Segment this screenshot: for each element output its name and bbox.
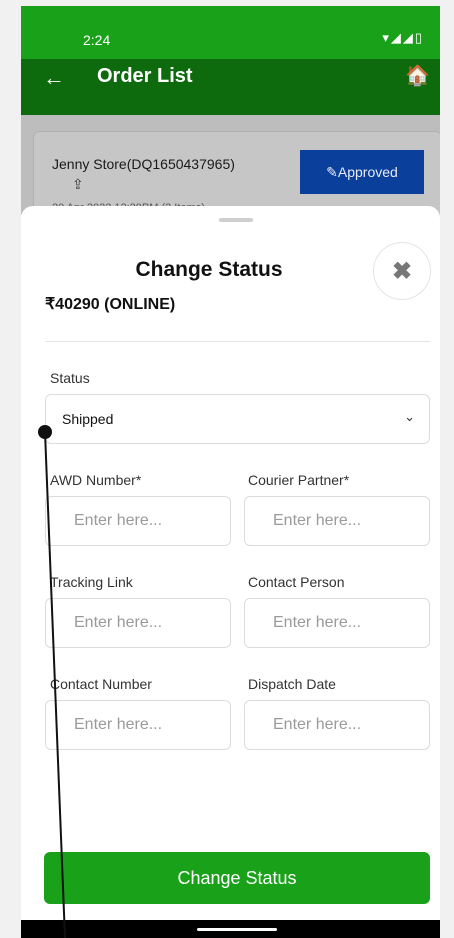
divider	[45, 341, 430, 342]
tracking-link-label: Tracking Link	[50, 574, 133, 590]
app-bar: ← Order List 🏠	[21, 59, 440, 115]
tracking-link-input[interactable]	[45, 598, 231, 648]
status-selected-value: Shipped	[62, 411, 114, 427]
order-amount: ₹40290 (ONLINE)	[45, 296, 176, 313]
contact-person-label: Contact Person	[248, 574, 345, 590]
contact-number-input[interactable]	[45, 700, 231, 750]
courier-partner-label: Courier Partner*	[248, 472, 350, 488]
awd-number-label: AWD Number*	[50, 472, 142, 488]
courier-partner-input[interactable]	[244, 496, 430, 546]
sheet-title: Change Status	[135, 258, 283, 281]
background-dim-overlay: Jenny Store(DQ1650437965) ⇪ 20 Apr 2022 …	[21, 115, 440, 223]
home-gesture-pill[interactable]	[197, 928, 277, 931]
status-badge: ✎Approved	[300, 150, 424, 194]
page-title: Order List	[97, 65, 193, 87]
close-button[interactable]: ✖	[373, 242, 431, 300]
close-icon: ✖	[391, 257, 413, 285]
awd-number-input[interactable]	[45, 496, 231, 546]
status-label: Status	[50, 370, 90, 386]
dispatch-date-label: Dispatch Date	[248, 676, 336, 692]
system-nav-bar	[21, 920, 440, 938]
chevron-down-icon: ⌄	[404, 409, 415, 424]
contact-number-label: Contact Number	[50, 676, 152, 692]
change-status-button[interactable]: Change Status	[44, 852, 430, 904]
phone-screen: 2:24 ▾◢◢▯ ← Order List 🏠 Jenny Store(DQ1…	[21, 6, 440, 938]
status-time: 2:24	[83, 32, 111, 48]
change-status-sheet: Change Status ✖ ₹40290 (ONLINE) Status S…	[21, 206, 440, 926]
back-arrow-icon[interactable]: ←	[43, 63, 65, 93]
share-icon: ⇪	[72, 176, 84, 192]
dispatch-date-input[interactable]	[244, 700, 430, 750]
drag-handle[interactable]	[219, 218, 253, 222]
store-name: Jenny Store(DQ1650437965)	[52, 156, 235, 172]
status-select[interactable]: Shipped ⌄	[45, 394, 430, 444]
contact-person-input[interactable]	[244, 598, 430, 648]
status-bar: 2:24 ▾◢◢▯	[21, 6, 440, 59]
signal-battery-icon: ▾◢◢▯	[382, 30, 424, 45]
home-icon[interactable]: 🏠	[405, 63, 430, 88]
